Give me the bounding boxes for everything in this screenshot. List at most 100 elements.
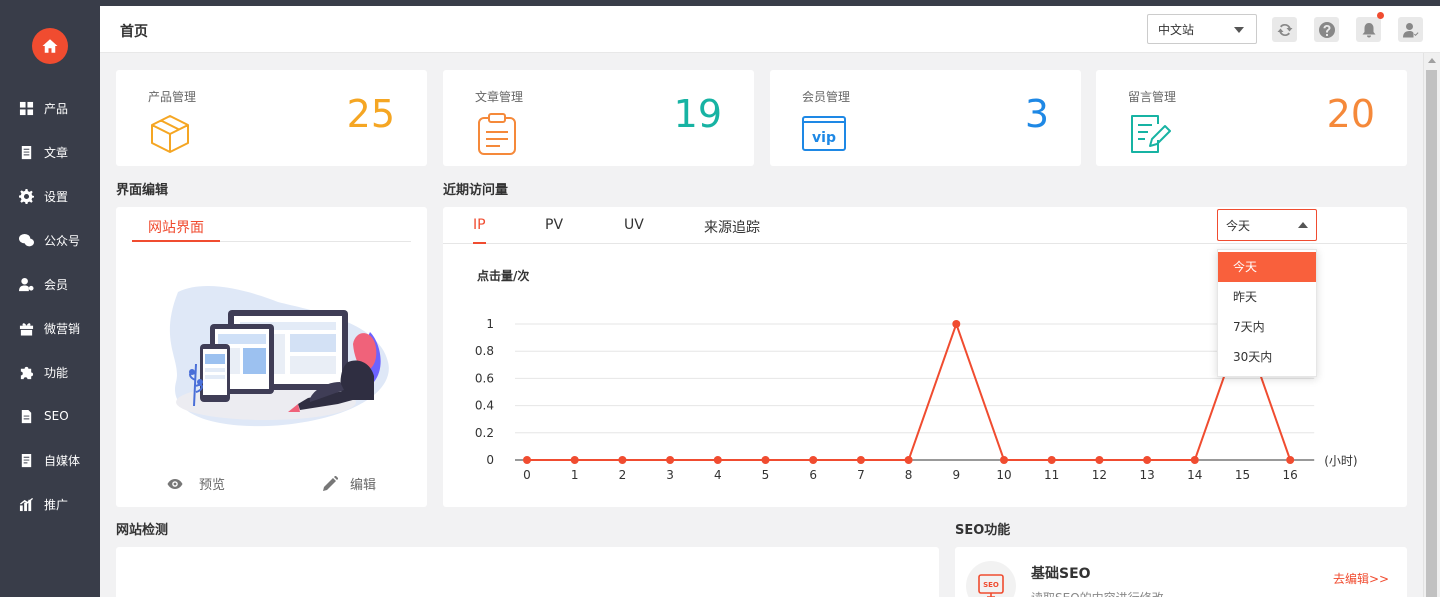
- stat-value: 19: [673, 92, 722, 136]
- range-option-7days[interactable]: 7天内: [1218, 312, 1316, 342]
- x-tick-label: 5: [762, 468, 770, 482]
- section-title-seo: SEO功能: [955, 523, 1011, 538]
- data-point: [713, 456, 722, 464]
- tab-ip[interactable]: IP: [473, 217, 486, 233]
- help-button[interactable]: [1314, 17, 1339, 42]
- bell-icon: [1362, 22, 1375, 37]
- stat-card-articles[interactable]: 文章管理 19: [443, 70, 754, 166]
- date-range-select[interactable]: 今天: [1217, 209, 1317, 241]
- sidebar-item-label: 文章: [44, 145, 69, 160]
- site-language-select[interactable]: 中文站: [1147, 14, 1257, 44]
- section-title-visits: 近期访问量: [443, 183, 509, 198]
- sidebar-item-products[interactable]: 产品: [0, 93, 100, 123]
- data-point: [618, 456, 627, 464]
- stat-label: 会员管理: [802, 90, 851, 104]
- date-range-dropdown: 今天 昨天 7天内 30天内: [1217, 249, 1317, 377]
- user-menu-button[interactable]: [1398, 17, 1423, 42]
- x-tick-label: 15: [1235, 468, 1250, 482]
- scrollbar-thumb[interactable]: [1426, 70, 1437, 597]
- sidebar-item-seo[interactable]: SEO: [0, 401, 100, 431]
- notification-button[interactable]: [1356, 12, 1384, 42]
- sidebar-item-wechat[interactable]: 公众号: [0, 225, 100, 255]
- sidebar-item-label: 产品: [44, 101, 69, 116]
- y-tick-label: 0.8: [475, 344, 494, 358]
- chart-bar-icon: [19, 497, 34, 512]
- range-option-today[interactable]: 今天: [1218, 252, 1316, 282]
- sidebar-item-label: SEO: [44, 409, 69, 423]
- x-tick-label: 14: [1187, 468, 1202, 482]
- data-point: [1286, 456, 1295, 464]
- stat-label: 文章管理: [475, 90, 524, 104]
- document-icon: [19, 145, 34, 160]
- website-devices-illustration: [169, 286, 389, 427]
- tab-source-tracking[interactable]: 来源追踪: [704, 217, 760, 237]
- box-icon: [151, 115, 189, 153]
- data-point: [809, 456, 818, 464]
- x-tick-label: 6: [809, 468, 817, 482]
- sidebar-item-self-media[interactable]: 自媒体: [0, 445, 100, 475]
- refresh-icon: [1277, 23, 1292, 36]
- help-icon: [1318, 21, 1335, 38]
- data-point: [1190, 456, 1199, 464]
- media-icon: [19, 453, 34, 468]
- x-tick-label: 10: [996, 468, 1011, 482]
- refresh-button[interactable]: [1272, 17, 1297, 42]
- data-point: [904, 456, 913, 464]
- date-range-value: 今天: [1226, 218, 1251, 233]
- data-point: [761, 456, 770, 464]
- x-tick-label: 4: [714, 468, 722, 482]
- sidebar-item-label: 公众号: [44, 233, 81, 248]
- page-title: 首页: [120, 24, 148, 40]
- data-point: [1000, 456, 1008, 464]
- y-tick-label: 0.6: [475, 371, 494, 385]
- vip-icon: vip: [802, 116, 846, 151]
- x-axis-label: (小时): [1324, 454, 1357, 468]
- sidebar-item-label: 会员: [44, 277, 69, 292]
- data-point: [666, 456, 675, 464]
- seo-item-description: 读取SEO的内容进行修改: [1031, 589, 1164, 597]
- stat-card-members[interactable]: 会员管理 3 vip: [770, 70, 1081, 166]
- home-icon: [42, 39, 58, 53]
- sidebar-item-label: 功能: [44, 365, 69, 380]
- svg-text:vip: vip: [812, 130, 836, 146]
- notification-dot: [1377, 12, 1384, 19]
- seo-item-title: 基础SEO: [1031, 566, 1091, 582]
- eye-icon: [167, 478, 183, 489]
- data-point: [856, 456, 865, 464]
- sidebar-item-promotion[interactable]: 推广: [0, 489, 100, 519]
- sidebar-item-functions[interactable]: 功能: [0, 357, 100, 387]
- tab-pv[interactable]: PV: [545, 217, 563, 233]
- seo-edit-link[interactable]: 去编辑>>: [1333, 570, 1389, 587]
- grid-icon: [19, 101, 34, 116]
- x-tick-label: 2: [619, 468, 627, 482]
- range-option-30days[interactable]: 30天内: [1218, 342, 1316, 372]
- data-point: [952, 320, 961, 328]
- data-point: [570, 456, 579, 464]
- stat-card-products[interactable]: 产品管理 25: [116, 70, 427, 166]
- puzzle-icon: [19, 365, 34, 380]
- stat-card-messages[interactable]: 留言管理 20: [1096, 70, 1407, 166]
- sidebar-item-articles[interactable]: 文章: [0, 137, 100, 167]
- gift-icon: [19, 321, 34, 336]
- scroll-up-arrow-icon[interactable]: [1428, 58, 1436, 63]
- preview-button[interactable]: 预览: [167, 474, 225, 493]
- sidebar-item-members[interactable]: 会员: [0, 269, 100, 299]
- tab-website-interface[interactable]: 网站界面: [148, 217, 204, 237]
- tab-uv[interactable]: UV: [624, 217, 644, 233]
- home-button[interactable]: [32, 28, 68, 64]
- x-tick-label: 12: [1092, 468, 1107, 482]
- range-option-yesterday[interactable]: 昨天: [1218, 282, 1316, 312]
- x-tick-label: 11: [1044, 468, 1059, 482]
- edit-button[interactable]: 编辑: [322, 474, 376, 493]
- sidebar-item-label: 微营销: [44, 321, 81, 336]
- sidebar-item-settings[interactable]: 设置: [0, 181, 100, 211]
- x-tick-label: 13: [1139, 468, 1154, 482]
- note-edit-icon: [1131, 115, 1171, 153]
- x-tick-label: 16: [1283, 468, 1298, 482]
- sidebar: 产品 文章 设置 公众号 会员 微营销 功能 SEO 自媒体 推广: [0, 6, 100, 597]
- sidebar-item-micro-marketing[interactable]: 微营销: [0, 313, 100, 343]
- y-tick-label: 1: [486, 317, 494, 331]
- x-tick-label: 7: [857, 468, 865, 482]
- edit-label: 编辑: [350, 478, 377, 493]
- data-point: [1143, 456, 1152, 464]
